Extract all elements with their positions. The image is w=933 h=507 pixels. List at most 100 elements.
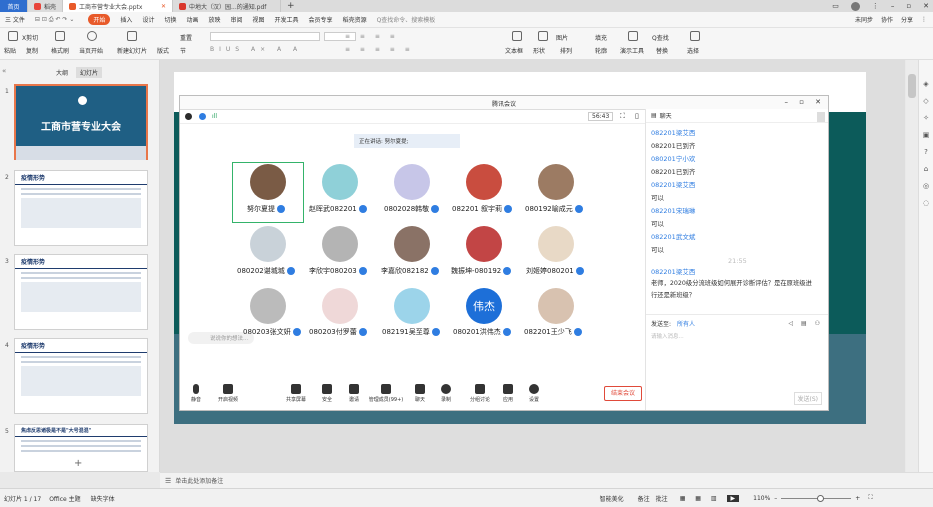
menu-home[interactable]: 开始 (88, 14, 111, 25)
location-icon[interactable]: ◎ (923, 182, 929, 190)
tab-pdf[interactable]: 中地大（汉）园...的通知.pdf (173, 0, 282, 12)
new-tab-plus-icon[interactable]: + (281, 0, 301, 12)
info-icon[interactable] (185, 113, 192, 120)
view-mode-icons[interactable]: ▦ ▦ ▥ (680, 495, 721, 502)
collab-button[interactable]: 协作 (881, 15, 893, 24)
close-icon[interactable]: ✕ (161, 3, 166, 10)
zoom-slider-handle[interactable] (817, 494, 825, 502)
participant-avatar[interactable] (538, 164, 574, 200)
zoom-level[interactable]: 110% (753, 495, 770, 502)
animation-icon[interactable]: ✧ (923, 114, 929, 122)
align-buttons[interactable]: ≡ ≡ ≡ ≡ ≡ (345, 46, 414, 53)
select-icon[interactable] (690, 31, 700, 41)
more-icon[interactable]: ⋮ (872, 2, 879, 10)
copy-button[interactable]: 复制 (26, 46, 38, 55)
menu-developer[interactable]: 开发工具 (275, 15, 299, 24)
close-icon[interactable]: ✕ (815, 98, 821, 106)
presenter-tools-button[interactable]: 演示工具 (620, 46, 644, 55)
participant-avatar[interactable] (538, 226, 574, 262)
participant-avatar[interactable] (250, 288, 286, 324)
paste-button[interactable]: 粘贴 (4, 46, 16, 55)
slide-thumbnail-2[interactable]: 疫情形势 (14, 170, 148, 246)
avatar[interactable] (850, 1, 860, 11)
menu-transition[interactable]: 切换 (164, 15, 176, 24)
send-button[interactable]: 发送(S) (793, 392, 822, 405)
menu-design[interactable]: 设计 (142, 15, 154, 24)
participant-avatar[interactable] (322, 164, 358, 200)
shape-icon[interactable]: ◇ (923, 97, 928, 105)
share-icon[interactable]: ⌂ (924, 165, 928, 173)
more-icon[interactable]: ⋮ (921, 16, 927, 23)
font-name-select[interactable] (210, 32, 320, 41)
comments-toggle[interactable]: 批注 (656, 494, 668, 503)
participant-avatar[interactable] (466, 226, 502, 262)
notes-toggle[interactable]: 备注 (638, 494, 650, 503)
paragraph-buttons[interactable]: ≡ ≡ ≡ ≡ (345, 33, 399, 40)
zoom-slider[interactable] (781, 494, 852, 502)
participant-avatar[interactable] (538, 288, 574, 324)
window-close-icon[interactable]: ✕ (923, 2, 929, 10)
backup-icon[interactable]: ▣ (923, 131, 930, 139)
fullscreen-icon[interactable]: ⛶ (620, 112, 625, 121)
text-box-button[interactable]: 文本框 (505, 46, 523, 55)
smart-beautify-button[interactable]: 智能美化 (600, 494, 624, 503)
image-button[interactable]: 图片 (556, 33, 568, 42)
menu-insert[interactable]: 插入 (120, 15, 132, 24)
missing-fonts[interactable]: 缺失字体 (91, 494, 115, 503)
menu-view[interactable]: 视图 (253, 15, 265, 24)
select-button[interactable]: 选择 (687, 46, 699, 55)
start-video-button[interactable]: 开启视频 (208, 384, 248, 403)
play-icon[interactable] (87, 31, 97, 41)
zoom-in-icon[interactable]: + (855, 495, 860, 502)
new-slide-icon[interactable] (127, 31, 137, 41)
section-button[interactable]: 节 (180, 46, 186, 55)
sync-status[interactable]: 未同步 (855, 15, 873, 24)
slide-thumbnail-3[interactable]: 疫情形势 (14, 254, 148, 330)
add-slide-plus-icon[interactable]: + (74, 458, 82, 469)
layout-icon[interactable]: ▯ (635, 112, 639, 120)
participant-avatar[interactable]: 伟杰 (466, 288, 502, 324)
minimize-icon[interactable]: – (785, 98, 789, 106)
participant-avatar[interactable] (250, 226, 286, 262)
collapse-icon[interactable]: « (2, 67, 6, 75)
quick-access-icons[interactable]: ⊟ ⊡ ⎙ ↶ ↷ ⌄ (35, 16, 74, 24)
settings-button[interactable]: 设置 (514, 384, 554, 403)
end-meeting-button[interactable]: 结束会议 (604, 386, 642, 401)
menu-docer-resources[interactable]: 稻壳资源 (343, 15, 367, 24)
font-style-buttons[interactable]: BIUS A× A A (210, 46, 302, 53)
notes-bar[interactable]: ☰ 单击此处添加备注 (160, 472, 933, 488)
tab-docer[interactable]: 稻壳 (28, 0, 64, 12)
play-slideshow-icon[interactable]: ▶ (726, 494, 740, 502)
command-search[interactable]: Q查找命令、搜索模板 (377, 15, 436, 24)
format-painter-icon[interactable] (55, 31, 65, 41)
vertical-scrollbar[interactable] (906, 60, 918, 472)
text-box-icon[interactable] (512, 31, 522, 41)
find-button[interactable]: Q查找 (652, 33, 669, 42)
new-slide-button[interactable]: 新建幻灯片 (117, 46, 147, 55)
minimize-icon[interactable]: – (891, 2, 895, 10)
participant-avatar[interactable] (466, 164, 502, 200)
participant-avatar[interactable] (322, 288, 358, 324)
layout-button[interactable]: 版式 (157, 46, 169, 55)
format-painter-button[interactable]: 格式刷 (51, 46, 69, 55)
arrange-button[interactable]: 排列 (560, 46, 572, 55)
send-to-select[interactable]: 所有人 (677, 319, 695, 328)
outline-tab[interactable]: 大纲 (56, 68, 68, 77)
notes-placeholder[interactable]: 单击此处添加备注 (175, 476, 223, 485)
security-shield-icon[interactable] (199, 113, 206, 120)
help-icon[interactable]: ? (924, 148, 928, 156)
participant-avatar[interactable] (250, 164, 286, 200)
maximize-icon[interactable]: ▫ (799, 98, 804, 106)
participant-avatar[interactable] (322, 226, 358, 262)
replace-button[interactable]: 替换 (656, 46, 668, 55)
chat-input[interactable]: 请输入消息... (646, 332, 828, 340)
theme-name[interactable]: Office 主题 (49, 494, 80, 503)
layout-icon[interactable]: ▭ (832, 2, 839, 10)
paste-icon[interactable] (8, 31, 18, 41)
chat-scroll-up[interactable] (817, 112, 825, 122)
outline-button[interactable]: 轮廓 (595, 46, 607, 55)
fit-window-icon[interactable]: ⛶ (868, 494, 872, 502)
tab-home[interactable]: 首页 (0, 0, 28, 12)
maximize-icon[interactable]: ▫ (906, 2, 911, 10)
tab-pptx[interactable]: 工商市营专业大会.pptx ✕ (63, 0, 174, 12)
